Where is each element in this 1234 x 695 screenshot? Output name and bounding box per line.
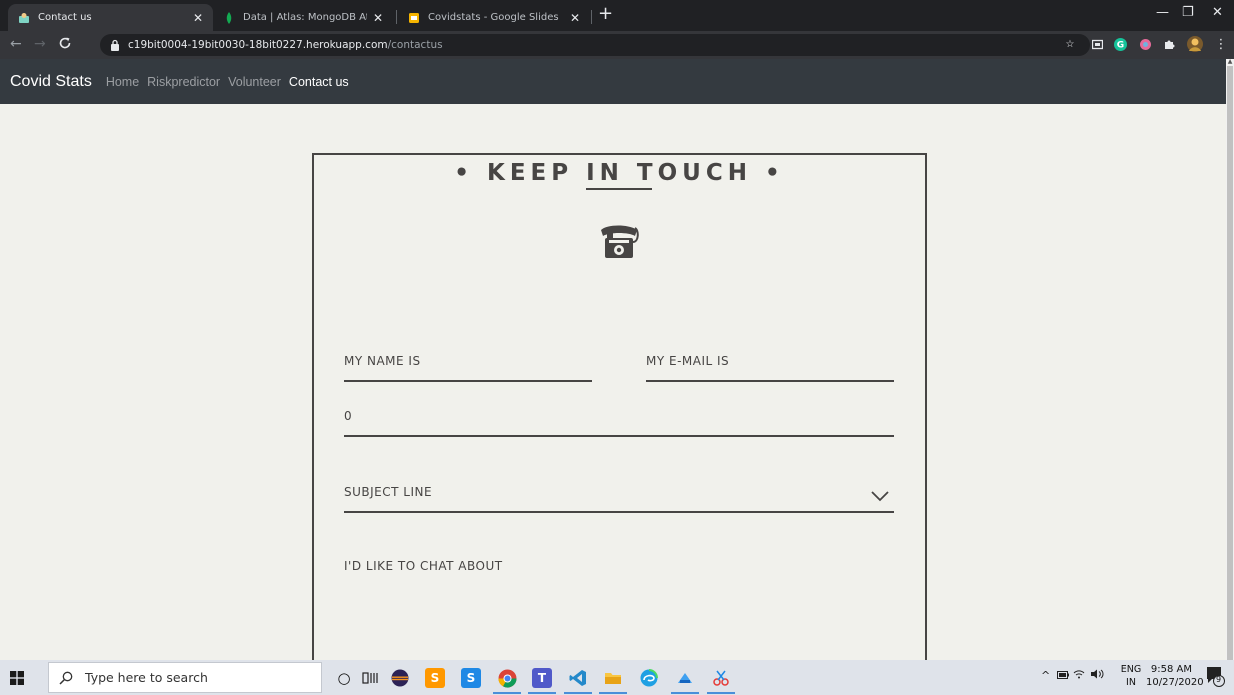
site-favicon-icon	[18, 12, 30, 24]
file-explorer-icon[interactable]	[603, 668, 623, 688]
minimize-icon[interactable]: —	[1156, 5, 1169, 20]
language-code: ENG	[1120, 664, 1142, 675]
input-language-indicator[interactable]: ENG IN	[1118, 663, 1144, 689]
tab-title: Covidstats - Google Slides	[428, 12, 559, 23]
reload-icon[interactable]	[58, 36, 72, 54]
chevron-down-icon[interactable]	[871, 490, 889, 502]
running-indicator	[564, 692, 592, 694]
subject-select[interactable]: SUBJECT LINE	[344, 477, 894, 513]
site-navbar: Covid Stats Home Riskpredictor Volunteer…	[0, 59, 1226, 104]
email-input[interactable]: MY E-MAIL IS	[646, 348, 894, 382]
email-placeholder: MY E-MAIL IS	[646, 354, 730, 368]
page-scrollbar-thumb[interactable]	[1227, 66, 1233, 660]
heading-underline	[586, 188, 652, 190]
new-tab-icon[interactable]: +	[598, 5, 613, 23]
nav-link-riskpredictor[interactable]: Riskpredictor	[147, 75, 220, 89]
tab-mongodb-atlas[interactable]: Data | Atlas: MongoDB Atlas ✕	[213, 4, 393, 31]
name-input[interactable]: MY NAME IS	[344, 348, 592, 382]
clock-date: 10/27/2020	[1146, 677, 1204, 688]
cortana-icon[interactable]: ○	[334, 668, 354, 688]
browser-toolbar: ← → c19bit0004-19bit0030-18bit0227.herok…	[0, 31, 1234, 59]
tab-title: Contact us	[38, 12, 92, 23]
running-indicator	[493, 692, 521, 694]
url-host: c19bit0004-19bit0030-18bit0227.herokuapp…	[128, 39, 388, 51]
profile-avatar[interactable]	[1186, 36, 1204, 52]
nav-link-volunteer[interactable]: Volunteer	[228, 75, 281, 89]
name-placeholder: MY NAME IS	[344, 354, 421, 368]
chrome-menu-icon[interactable]: ⋮	[1214, 37, 1228, 52]
maximize-icon[interactable]: ❐	[1182, 5, 1194, 20]
scroll-up-arrow-icon[interactable]: ▲	[1227, 59, 1233, 65]
running-indicator	[599, 692, 627, 694]
tab-separator	[591, 10, 592, 24]
vscode-icon[interactable]	[568, 668, 588, 688]
browser-tab-strip: Contact us ✕ Data | Atlas: MongoDB Atlas…	[0, 0, 1234, 31]
running-indicator	[671, 692, 699, 694]
color-picker-icon[interactable]	[1138, 37, 1152, 51]
grammarly-icon[interactable]: G	[1113, 37, 1127, 51]
notification-count-badge: 9	[1216, 675, 1222, 684]
skype-business-icon[interactable]: S	[461, 668, 481, 688]
mongodb-leaf-icon	[223, 11, 235, 24]
subject-placeholder: SUBJECT LINE	[344, 485, 433, 499]
tab-separator	[396, 10, 397, 24]
lock-icon	[111, 39, 119, 51]
message-textarea[interactable]: I'D LIKE TO CHAT ABOUT	[344, 553, 894, 663]
forward-arrow-icon[interactable]: →	[34, 36, 46, 52]
sublime-text-icon[interactable]: S	[425, 668, 445, 688]
search-icon	[59, 671, 73, 685]
contact-form-card: • KEEP IN TOUCH • MY NAME IS MY E-MAIL I…	[312, 153, 927, 673]
nav-link-contact-us[interactable]: Contact us	[289, 75, 349, 89]
volume-icon[interactable]	[1090, 669, 1104, 682]
battery-icon[interactable]	[1057, 669, 1069, 682]
nav-link-home[interactable]: Home	[106, 75, 139, 89]
snipping-tool-icon[interactable]	[711, 668, 731, 688]
telephone-icon	[601, 225, 639, 258]
teams-icon[interactable]: T	[532, 668, 552, 688]
windows-taskbar: Type here to search ○ S S T ^ ENG IN 9:5…	[0, 660, 1234, 695]
cast-extension-icon[interactable]	[1090, 37, 1104, 51]
close-tab-icon[interactable]: ✕	[193, 11, 203, 25]
extensions-puzzle-icon[interactable]	[1162, 37, 1176, 51]
tray-overflow-chevron-icon[interactable]: ^	[1041, 669, 1050, 682]
notification-center-icon[interactable]: 9	[1205, 665, 1225, 690]
chrome-icon[interactable]	[497, 668, 517, 688]
close-tab-icon[interactable]: ✕	[570, 11, 580, 25]
running-indicator	[707, 692, 735, 694]
brand-link[interactable]: Covid Stats	[10, 73, 92, 91]
close-tab-icon[interactable]: ✕	[373, 11, 383, 25]
address-bar[interactable]: c19bit0004-19bit0030-18bit0227.herokuapp…	[100, 34, 1090, 56]
running-indicator	[528, 692, 556, 694]
windows-start-icon[interactable]	[10, 671, 24, 685]
photos-app-icon[interactable]	[675, 668, 695, 688]
url-path: /contactus	[387, 39, 443, 51]
form-heading: • KEEP IN TOUCH •	[454, 160, 785, 186]
message-placeholder: I'D LIKE TO CHAT ABOUT	[344, 559, 503, 573]
wifi-icon[interactable]	[1073, 669, 1085, 682]
search-placeholder: Type here to search	[85, 670, 208, 685]
task-view-icon[interactable]	[360, 668, 380, 688]
back-arrow-icon[interactable]: ←	[10, 36, 22, 52]
tab-contact-us[interactable]: Contact us ✕	[8, 4, 213, 31]
tab-title: Data | Atlas: MongoDB Atlas	[243, 12, 367, 23]
clock-time: 9:58 AM	[1150, 664, 1192, 675]
edge-icon[interactable]	[639, 668, 659, 688]
svg-text:G: G	[1116, 40, 1123, 50]
google-slides-icon	[408, 12, 420, 24]
region-code: IN	[1126, 677, 1136, 688]
close-window-icon[interactable]: ✕	[1212, 5, 1223, 20]
eclipse-icon[interactable]	[390, 668, 410, 688]
number-value: 0	[344, 409, 353, 423]
taskbar-clock[interactable]: 9:58 AM 10/27/2020	[1146, 663, 1204, 689]
number-input[interactable]: 0	[344, 403, 894, 437]
tab-google-slides[interactable]: Covidstats - Google Slides ✕	[398, 4, 590, 31]
bookmark-star-icon[interactable]: ☆	[1063, 37, 1077, 51]
taskbar-search-box[interactable]: Type here to search	[48, 662, 322, 693]
